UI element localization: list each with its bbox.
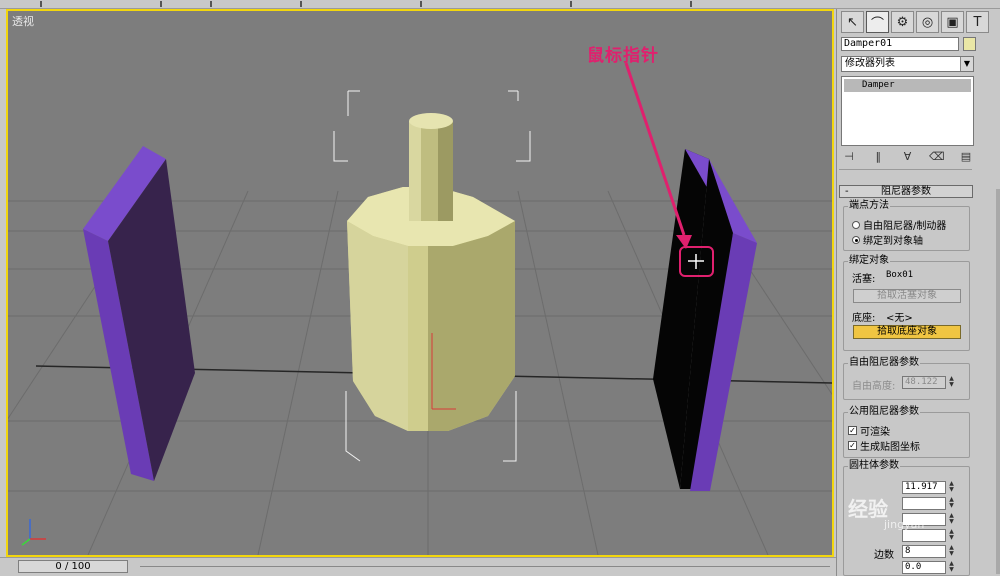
motion-tab[interactable]: ◎ <box>916 11 939 33</box>
toolbar-strip <box>0 0 1000 9</box>
radio-label: 自由阻尼器/制动器 <box>863 221 947 232</box>
object-name-field[interactable]: Damper01 <box>841 37 959 51</box>
pin-stack-icon[interactable]: ⊣ <box>841 150 857 164</box>
bend-icon: ⌒ <box>870 16 884 32</box>
group-title: 圆柱体参数 <box>848 460 900 472</box>
binding-objects-group: 绑定对象 活塞: Box01 拾取活塞对象 底座: <无> 拾取底座对象 <box>843 255 970 351</box>
hierarchy-icon: ⚙ <box>896 14 909 30</box>
pointer-icon: ↖ <box>847 14 858 30</box>
display-icon: ▣ <box>946 14 959 30</box>
group-title: 端点方法 <box>848 200 890 212</box>
piston-label: 活塞: <box>852 274 876 285</box>
modifier-list-label: 修改器列表 <box>845 58 895 69</box>
pick-base-button[interactable]: 拾取底座对象 <box>853 325 961 339</box>
spinner-icon[interactable]: ▲ ▼ <box>948 545 955 558</box>
utilities-icon: T <box>973 14 982 30</box>
chevron-down-icon[interactable]: ▼ <box>960 57 973 71</box>
spinner-icon[interactable]: ▲ ▼ <box>948 561 955 574</box>
radio-free-damper[interactable]: 自由阻尼器/制动器 <box>852 217 946 232</box>
right-box-object[interactable] <box>653 149 757 491</box>
watermark-logo: 经验 <box>848 497 888 521</box>
motion-icon: ◎ <box>921 14 934 30</box>
watermark-sub: jingyan <box>884 518 925 531</box>
toolbar-tick <box>210 1 212 7</box>
height-field[interactable] <box>902 497 946 510</box>
group-title: 公用阻尼器参数 <box>848 406 920 418</box>
free-damper-group: 自由阻尼器参数 自由高度: 48.122 ▲ ▼ <box>843 357 970 400</box>
group-title: 绑定对象 <box>848 255 890 267</box>
axis-tripod-icon <box>21 519 46 546</box>
app-window: 透视 鼠标指针 ↖ ⌒ ⚙ ◎ ▣ T Damper01 修改器列表 ▼ Dam… <box>0 0 1000 576</box>
callout-label: 鼠标指针 <box>587 46 659 66</box>
damper-object[interactable] <box>333 90 531 462</box>
group-title: 自由阻尼器参数 <box>848 357 920 369</box>
endpoint-method-group: 端点方法 自由阻尼器/制动器 绑定到对象轴 <box>843 200 970 251</box>
common-damper-group: 公用阻尼器参数 ✓ 可渲染 ✓ 生成贴图坐标 <box>843 406 970 458</box>
rollout-title: 阻尼器参数 <box>881 186 931 197</box>
utilities-tab[interactable]: T <box>966 11 989 33</box>
radio-dot <box>852 220 860 229</box>
sides-field[interactable]: 8 <box>902 545 946 558</box>
gen-coords-checkbox[interactable]: ✓ 生成贴图坐标 <box>848 438 920 453</box>
toolbar-tick <box>420 1 422 7</box>
panel-tabs: ↖ ⌒ ⚙ ◎ ▣ T <box>841 11 997 33</box>
spinner-icon[interactable]: ▲ ▼ <box>948 513 955 526</box>
toolbar-tick <box>160 1 162 7</box>
left-box-object[interactable] <box>83 146 195 481</box>
divider <box>839 169 972 170</box>
viewport-scene[interactable] <box>8 11 832 555</box>
time-track[interactable] <box>140 566 830 567</box>
fillet-field[interactable]: 0.0 <box>902 561 946 574</box>
diameter-field[interactable]: 11.917 <box>902 481 946 494</box>
toolbar-tick <box>690 1 692 7</box>
toolbar-tick <box>570 1 572 7</box>
object-color-swatch[interactable] <box>963 37 976 51</box>
collapse-icon: - <box>845 186 849 197</box>
time-bar: 0 / 100 <box>0 557 836 576</box>
base-label: 底座: <box>852 313 876 324</box>
toolbar-tick <box>300 1 302 7</box>
panel-scrollbar[interactable] <box>996 189 1000 574</box>
viewport-label[interactable]: 透视 <box>12 13 34 29</box>
checkbox-label: 可渲染 <box>860 427 890 438</box>
rollout-header[interactable]: - 阻尼器参数 <box>839 185 973 198</box>
modifier-list-dropdown[interactable]: 修改器列表 ▼ <box>841 56 974 72</box>
radio-dot-selected <box>852 235 860 244</box>
configure-sets-icon[interactable]: ▤ <box>958 150 974 164</box>
spinner-icon[interactable]: ▲ ▼ <box>948 529 955 542</box>
show-end-result-icon[interactable]: ‖ <box>870 150 886 164</box>
stack-toolbar: ⊣ ‖ ∀ ⌫ ▤ <box>841 150 974 164</box>
free-height-label: 自由高度: <box>852 381 896 392</box>
free-height-field[interactable]: 48.122 <box>902 376 946 389</box>
checkmark-icon: ✓ <box>848 441 857 450</box>
sides-label: 边数 <box>874 550 894 561</box>
pick-piston-button[interactable]: 拾取活塞对象 <box>853 289 961 303</box>
toolbar-tick <box>40 1 42 7</box>
spinner-icon[interactable]: ▲ ▼ <box>948 481 955 494</box>
remove-modifier-icon[interactable]: ⌫ <box>929 150 945 164</box>
radio-label: 绑定到对象轴 <box>863 236 923 247</box>
create-tab[interactable]: ↖ <box>841 11 864 33</box>
renderable-checkbox[interactable]: ✓ 可渲染 <box>848 423 890 438</box>
damper-params-rollout: - 阻尼器参数 <box>839 185 973 198</box>
modify-tab[interactable]: ⌒ <box>866 11 889 33</box>
stack-item[interactable]: Damper <box>844 79 971 92</box>
checkmark-icon: ✓ <box>848 426 857 435</box>
radio-bind-to-object[interactable]: 绑定到对象轴 <box>852 232 923 247</box>
modifier-stack[interactable]: Damper <box>841 76 974 146</box>
spinner-icon[interactable]: ▲ ▼ <box>948 497 955 510</box>
command-panel: ↖ ⌒ ⚙ ◎ ▣ T Damper01 修改器列表 ▼ Damper ⊣ ‖ … <box>836 9 1000 576</box>
spinner-icon[interactable]: ▲ ▼ <box>948 376 955 389</box>
time-slider[interactable]: 0 / 100 <box>18 560 128 573</box>
piston-value: Box01 <box>886 270 914 280</box>
display-tab[interactable]: ▣ <box>941 11 964 33</box>
base-value: <无> <box>886 313 913 324</box>
perspective-viewport[interactable]: 透视 鼠标指针 <box>6 9 834 557</box>
make-unique-icon[interactable]: ∀ <box>900 150 916 164</box>
hierarchy-tab[interactable]: ⚙ <box>891 11 914 33</box>
checkbox-label: 生成贴图坐标 <box>860 442 920 453</box>
